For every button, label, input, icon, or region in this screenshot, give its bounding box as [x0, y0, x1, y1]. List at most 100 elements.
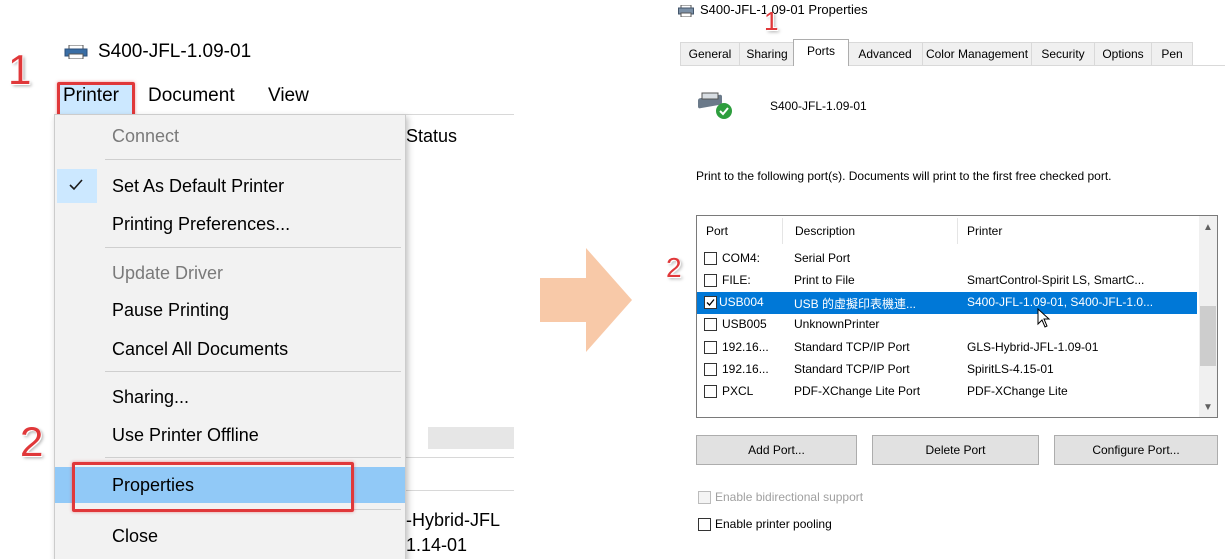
tab-general[interactable]: General [680, 42, 740, 65]
checkbox-box [698, 518, 711, 531]
menu-item-connect[interactable]: Connect [55, 119, 405, 153]
step-marker-1: 1 [8, 46, 32, 93]
menu-separator [105, 371, 401, 372]
port-name: COM4: [722, 251, 761, 265]
menu-item-label: Pause Printing [112, 300, 230, 320]
port-checkbox[interactable] [704, 274, 717, 287]
tab-pen[interactable]: Pen [1151, 42, 1193, 65]
port-row[interactable]: FILE: Print to File SmartControl-Spirit … [697, 270, 1197, 292]
menu-item-label: Update Driver [112, 263, 224, 283]
column-header-description[interactable]: Description [795, 216, 855, 246]
menu-separator [105, 457, 401, 458]
port-printer: PDF-XChange Lite [967, 384, 1068, 398]
dialog-title-text: S400-JFL-1.09-01 Properties [700, 2, 868, 17]
queue-title-text: S400-JFL-1.09-01 [98, 41, 252, 62]
port-name: 192.16... [722, 362, 769, 376]
tab-advanced[interactable]: Advanced [847, 42, 923, 65]
port-row[interactable]: 192.16... Standard TCP/IP Port SpiritLS-… [697, 359, 1197, 381]
port-checkbox[interactable] [704, 341, 717, 354]
menu-item-label: Close [112, 526, 159, 546]
scroll-up-icon[interactable]: ▲ [1203, 222, 1213, 233]
properties-dialog: S400-JFL-1.09-01 Properties General Shar… [666, 0, 1225, 559]
menu-item-pause-printing[interactable]: Pause Printing [55, 293, 405, 327]
port-row[interactable]: PXCL PDF-XChange Lite Port PDF-XChange L… [697, 381, 1197, 403]
port-row[interactable]: COM4: Serial Port [697, 248, 1197, 270]
port-description: Serial Port [794, 251, 851, 265]
menu-item-update-driver[interactable]: Update Driver [55, 256, 405, 290]
port-name: FILE: [722, 273, 751, 287]
menu-item-set-default[interactable]: Set As Default Printer [55, 169, 405, 203]
column-header-port[interactable]: Port [706, 216, 728, 246]
menu-item-label: Set As Default Printer [112, 176, 285, 196]
scrollbar-thumb[interactable] [1200, 306, 1216, 366]
menu-item-cancel-all[interactable]: Cancel All Documents [55, 332, 405, 366]
menu-item-close[interactable]: Close [55, 517, 405, 551]
properties-callout [72, 462, 354, 512]
printer-ok-icon [698, 92, 732, 119]
menu-item-sharing[interactable]: Sharing... [55, 380, 405, 414]
scroll-down-icon[interactable]: ▼ [1203, 402, 1213, 413]
port-checkbox[interactable] [704, 385, 717, 398]
menu-item-label: Cancel All Documents [112, 339, 289, 359]
column-divider [782, 218, 783, 244]
tab-sharing[interactable]: Sharing [739, 42, 795, 65]
port-name: PXCL [722, 384, 754, 398]
divider [406, 114, 514, 115]
port-checkbox[interactable] [704, 252, 717, 265]
configure-port-button[interactable]: Configure Port... [1054, 435, 1218, 465]
port-description: Standard TCP/IP Port [794, 340, 910, 354]
delete-port-button[interactable]: Delete Port [872, 435, 1039, 465]
queue-row-text: -Hybrid-JFL [406, 510, 501, 530]
menu-item-label: Sharing... [112, 387, 190, 407]
printer-icon [64, 43, 88, 60]
port-checkbox-checked[interactable] [704, 296, 717, 309]
port-list-scrollbar[interactable]: ▲ ▼ [1199, 216, 1217, 417]
checkbox-label: Enable printer pooling [715, 517, 832, 531]
port-name: 192.16... [722, 340, 769, 354]
queue-window-title: S400-JFL-1.09-01 [64, 41, 251, 63]
menu-view[interactable]: View [268, 85, 309, 107]
checkbox-label: Enable bidirectional support [715, 490, 864, 504]
port-list[interactable]: Port Description Printer COM4: Serial Po… [696, 215, 1218, 418]
port-description: UnknownPrinter [794, 317, 880, 331]
port-checkbox[interactable] [704, 318, 717, 331]
menu-item-use-offline[interactable]: Use Printer Offline [55, 418, 405, 452]
tab-ports[interactable]: Ports [793, 39, 849, 66]
checkmark-icon [706, 299, 715, 306]
port-row[interactable]: USB005 UnknownPrinter [697, 314, 1197, 336]
tab-strip: General Sharing Ports Advanced Color Man… [680, 39, 1225, 66]
queue-row-text: 1.14-01 [406, 535, 468, 555]
tab-divider [680, 65, 1225, 66]
port-description: USB 的虛擬印表機連... [794, 297, 917, 311]
port-printer: GLS-Hybrid-JFL-1.09-01 [967, 340, 1099, 354]
port-name: USB004 [719, 295, 764, 309]
port-description: Print to File [794, 273, 855, 287]
tab-color-management[interactable]: Color Management [922, 42, 1032, 65]
list-scrollbar[interactable] [428, 427, 514, 449]
status-column-header: Status [406, 126, 458, 146]
divider [406, 490, 514, 491]
add-port-button[interactable]: Add Port... [696, 435, 857, 465]
printer-name: S400-JFL-1.09-01 [770, 99, 867, 113]
menu-item-printing-preferences[interactable]: Printing Preferences... [55, 207, 405, 241]
port-checkbox[interactable] [704, 363, 717, 376]
menu-item-label: Use Printer Offline [112, 425, 259, 445]
checkmark-cell [57, 169, 97, 203]
tab-security[interactable]: Security [1031, 42, 1095, 65]
port-description: Standard TCP/IP Port [794, 362, 910, 376]
menu-document[interactable]: Document [148, 85, 235, 107]
port-printer: SmartControl-Spirit LS, SmartC... [967, 273, 1145, 287]
printer-icon [678, 4, 694, 18]
step-marker-1: 1 [764, 6, 779, 36]
right-arrow-icon [540, 248, 632, 352]
port-printer: SpiritLS-4.15-01 [967, 362, 1054, 376]
step-marker-2: 2 [20, 418, 44, 465]
port-printer: S400-JFL-1.09-01, S400-JFL-1.0... [967, 295, 1154, 309]
column-divider [957, 218, 958, 244]
port-row-selected[interactable]: USB004 USB 的虛擬印表機連... S400-JFL-1.09-01, … [697, 292, 1197, 314]
tab-options[interactable]: Options [1094, 42, 1152, 65]
port-row[interactable]: 192.16... Standard TCP/IP Port GLS-Hybri… [697, 337, 1197, 359]
column-header-printer[interactable]: Printer [967, 216, 1002, 246]
mouse-cursor-icon [1037, 308, 1051, 328]
menu-item-label: Connect [112, 126, 180, 146]
